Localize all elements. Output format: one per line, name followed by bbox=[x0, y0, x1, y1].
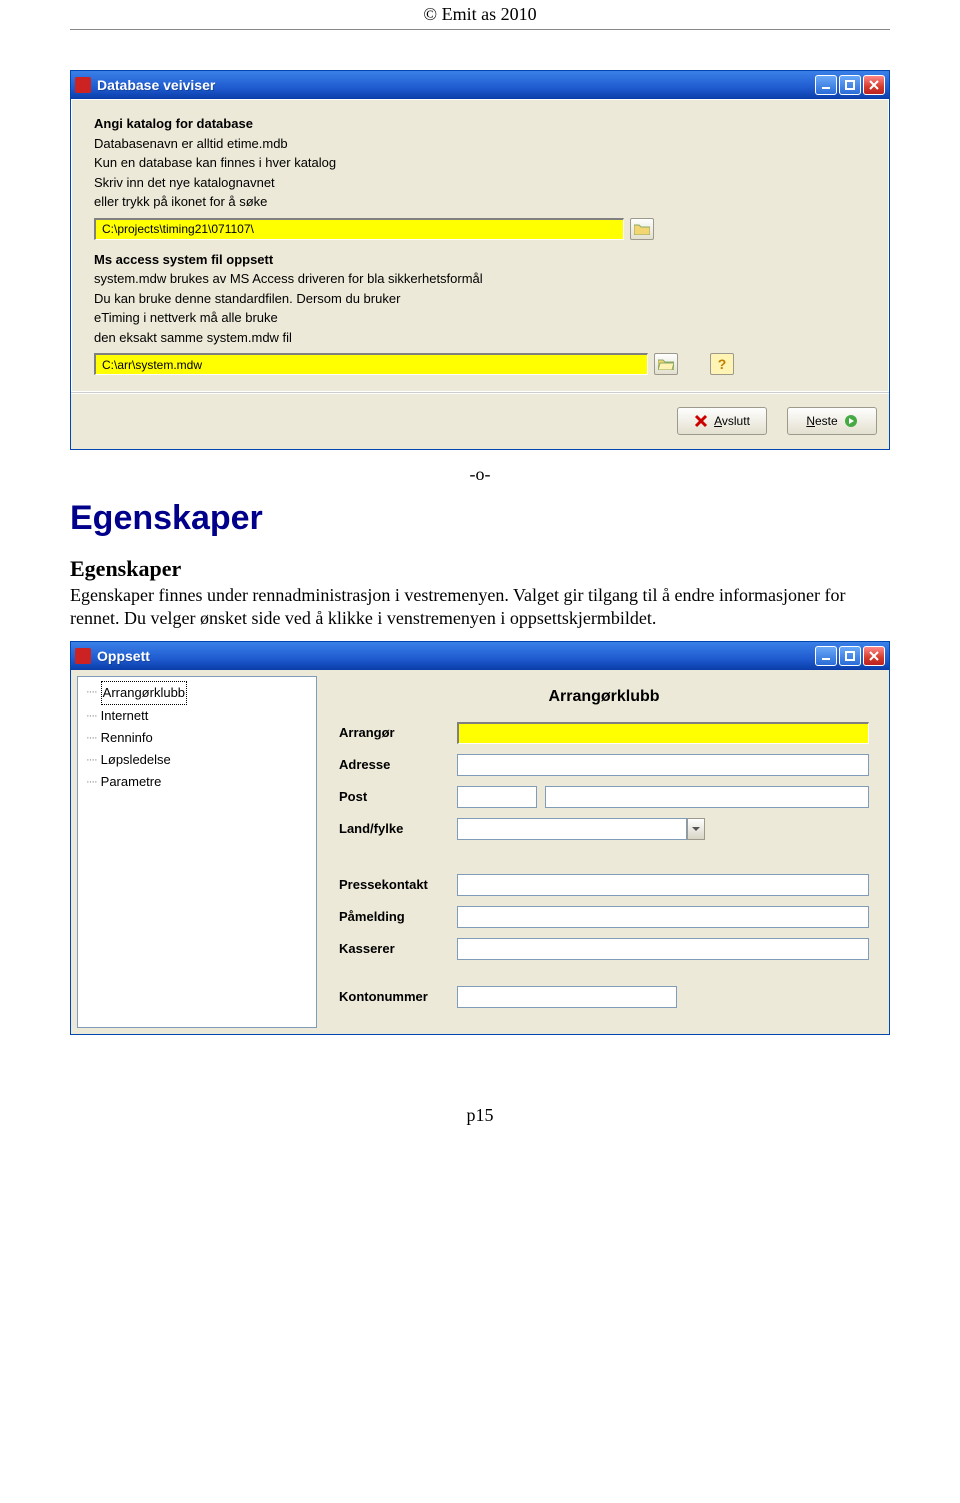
form-title: Arrangørklubb bbox=[339, 688, 869, 706]
tree-item-parametre[interactable]: ····Parametre bbox=[84, 771, 310, 793]
x-icon bbox=[694, 414, 708, 428]
close-button[interactable] bbox=[863, 646, 885, 666]
section-heading-2: Ms access system fil oppsett bbox=[94, 252, 273, 267]
chevron-down-icon bbox=[692, 825, 700, 833]
tree-item-internett[interactable]: ····Internett bbox=[84, 705, 310, 727]
label-landfylke: Land/fylke bbox=[339, 821, 449, 836]
cancel-button[interactable]: AAvsluttvslutt bbox=[677, 407, 767, 435]
catalog-path-input[interactable] bbox=[94, 218, 624, 240]
mdw-line3: eTiming i nettverk må alle bruke bbox=[94, 310, 278, 325]
landfylke-input[interactable] bbox=[457, 818, 687, 840]
section-divider: -o- bbox=[70, 464, 890, 485]
help-button[interactable]: ? bbox=[710, 353, 734, 375]
window-title-oppsett: Oppsett bbox=[97, 648, 809, 664]
button-bar: AAvsluttvslutt Neste bbox=[71, 392, 889, 449]
titlebar-oppsett[interactable]: Oppsett bbox=[71, 642, 889, 670]
label-kontonummer: Kontonummer bbox=[339, 989, 449, 1004]
kasserer-input[interactable] bbox=[457, 938, 869, 960]
tree-item-lopsledelse[interactable]: ····Løpsledelse bbox=[84, 749, 310, 771]
kontonummer-input[interactable] bbox=[457, 986, 677, 1008]
mdw-line1: system.mdw brukes av MS Access driveren … bbox=[94, 271, 483, 286]
landfylke-combo[interactable] bbox=[457, 818, 705, 840]
close-button[interactable] bbox=[863, 75, 885, 95]
maximize-icon bbox=[844, 79, 856, 91]
maximize-icon bbox=[844, 650, 856, 662]
line-write-catalog: Skriv inn det nye katalognavnet bbox=[94, 175, 275, 190]
arrangor-input[interactable] bbox=[457, 722, 869, 744]
arrow-right-icon bbox=[844, 414, 858, 428]
page-footer: p15 bbox=[0, 1105, 960, 1126]
main-heading: Egenskaper bbox=[70, 499, 890, 538]
window-title: Database veiviser bbox=[97, 77, 809, 93]
form-panel: Arrangørklubb Arrangør Adresse Post Land… bbox=[325, 676, 883, 1028]
next-button-label: este bbox=[815, 414, 838, 428]
database-wizard-window: Database veiviser Angi katalog for datab… bbox=[70, 70, 890, 450]
browse-catalog-button[interactable] bbox=[630, 218, 654, 240]
close-icon bbox=[868, 650, 880, 662]
label-pressekontakt: Pressekontakt bbox=[339, 877, 449, 892]
body-paragraph: Egenskaper finnes under rennadministrasj… bbox=[70, 584, 890, 631]
app-icon bbox=[75, 77, 91, 93]
post-code-input[interactable] bbox=[457, 786, 537, 808]
folder-open-icon bbox=[658, 358, 674, 370]
pamelding-input[interactable] bbox=[457, 906, 869, 928]
landfylke-dropdown-button[interactable] bbox=[687, 818, 705, 840]
folder-icon bbox=[634, 223, 650, 235]
mdw-line2: Du kan bruke denne standardfilen. Dersom… bbox=[94, 291, 400, 306]
next-button[interactable]: Neste bbox=[787, 407, 877, 435]
adresse-input[interactable] bbox=[457, 754, 869, 776]
tree-item-arrangorklubb[interactable]: ····Arrangørklubb bbox=[84, 681, 310, 705]
page-header: © Emit as 2010 bbox=[0, 0, 960, 27]
app-icon bbox=[75, 648, 91, 664]
line-or-click: eller trykk på ikonet for å søke bbox=[94, 194, 267, 209]
browse-mdw-button[interactable] bbox=[654, 353, 678, 375]
line-db-name: Databasenavn er alltid etime.mdb bbox=[94, 136, 288, 151]
mdw-line4: den eksakt samme system.mdw fil bbox=[94, 330, 292, 345]
label-post: Post bbox=[339, 789, 449, 804]
label-kasserer: Kasserer bbox=[339, 941, 449, 956]
maximize-button[interactable] bbox=[839, 646, 861, 666]
line-one-db: Kun en database kan finnes i hver katalo… bbox=[94, 155, 336, 170]
nav-tree: ····Arrangørklubb ····Internett ····Renn… bbox=[77, 676, 317, 1028]
label-adresse: Adresse bbox=[339, 757, 449, 772]
sub-heading: Egenskaper bbox=[70, 556, 890, 582]
minimize-button[interactable] bbox=[815, 75, 837, 95]
minimize-icon bbox=[820, 79, 832, 91]
minimize-icon bbox=[820, 650, 832, 662]
maximize-button[interactable] bbox=[839, 75, 861, 95]
section-heading-1: Angi katalog for database bbox=[94, 116, 253, 131]
titlebar[interactable]: Database veiviser bbox=[71, 71, 889, 99]
minimize-button[interactable] bbox=[815, 646, 837, 666]
oppsett-window: Oppsett ····Arrangørklubb ····Internett … bbox=[70, 641, 890, 1035]
pressekontakt-input[interactable] bbox=[457, 874, 869, 896]
close-icon bbox=[868, 79, 880, 91]
label-pamelding: Påmelding bbox=[339, 909, 449, 924]
label-arrangor: Arrangør bbox=[339, 725, 449, 740]
post-city-input[interactable] bbox=[545, 786, 869, 808]
system-mdw-input[interactable] bbox=[94, 353, 648, 375]
tree-item-renninfo[interactable]: ····Renninfo bbox=[84, 727, 310, 749]
